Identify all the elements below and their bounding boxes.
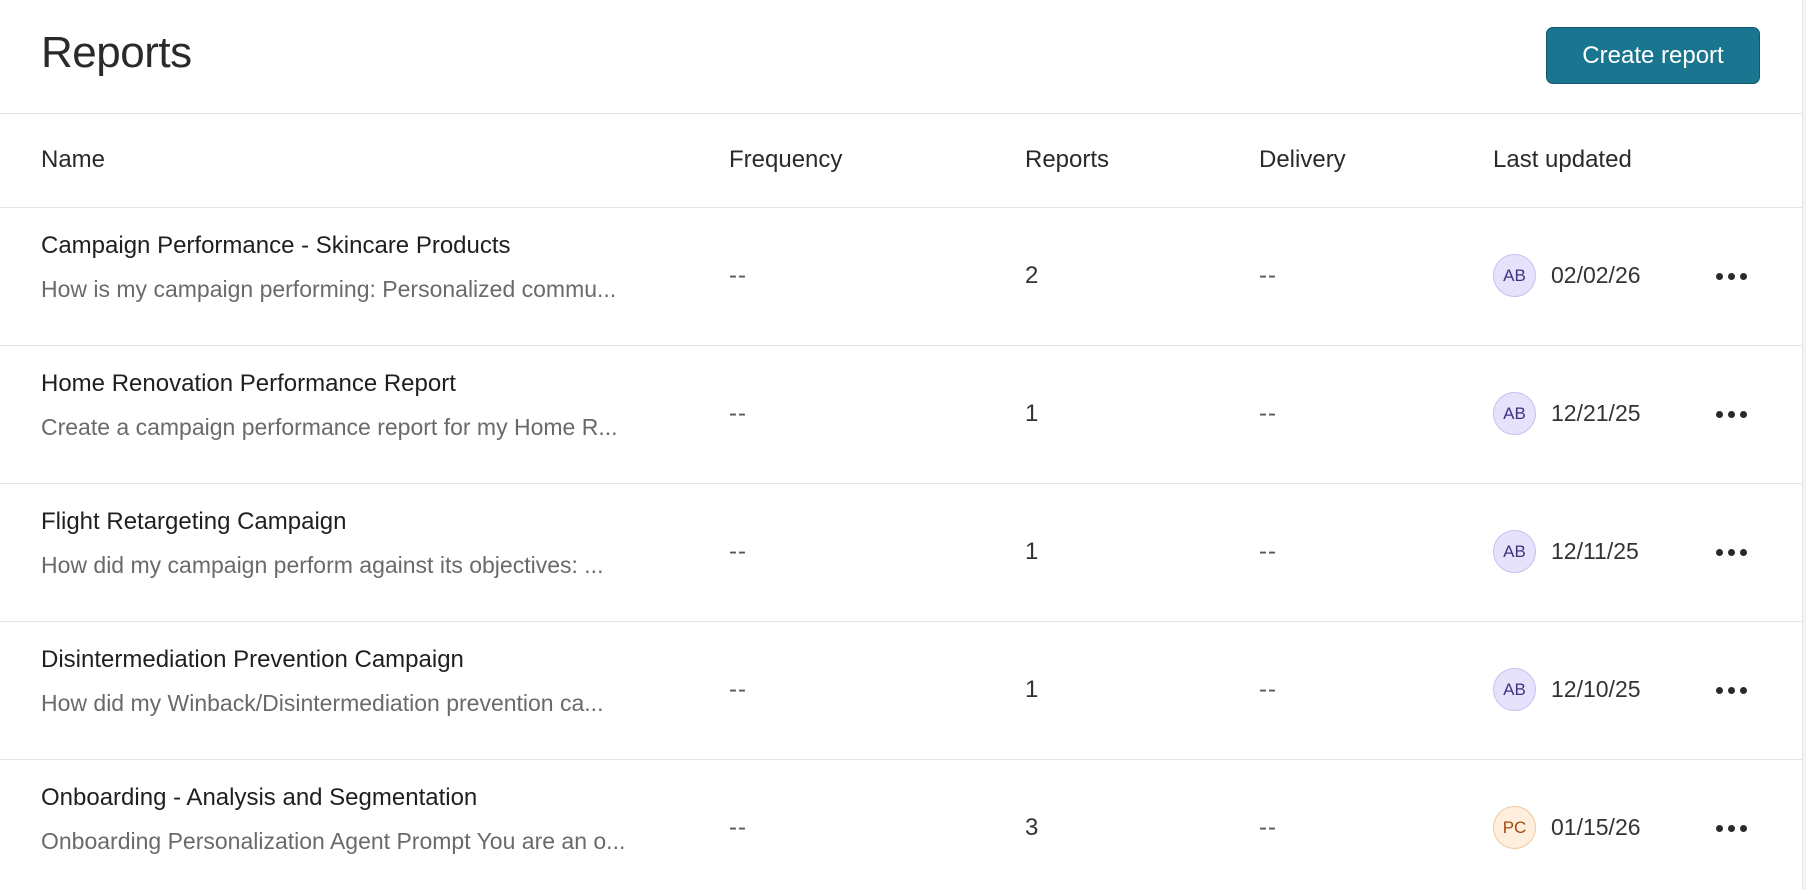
report-name-cell: Onboarding - Analysis and Segmentation O… xyxy=(41,784,681,855)
avatar: AB xyxy=(1493,668,1536,711)
report-title[interactable]: Onboarding - Analysis and Segmentation xyxy=(41,784,681,812)
reports-count: 1 xyxy=(1025,538,1039,565)
scrollbar-track[interactable] xyxy=(1802,0,1806,890)
delivery-value: -- xyxy=(1259,814,1277,841)
page-header: Reports Create report xyxy=(0,0,1802,114)
column-header-delivery[interactable]: Delivery xyxy=(1259,146,1346,174)
table-row[interactable]: Onboarding - Analysis and Segmentation O… xyxy=(0,760,1802,890)
frequency-value: -- xyxy=(729,676,747,703)
frequency-value: -- xyxy=(729,400,747,427)
report-title[interactable]: Flight Retargeting Campaign xyxy=(41,508,681,536)
avatar: PC xyxy=(1493,806,1536,849)
create-report-button[interactable]: Create report xyxy=(1546,27,1760,84)
reports-count: 2 xyxy=(1025,262,1039,289)
more-horizontal-icon[interactable] xyxy=(1706,534,1756,570)
table-row[interactable]: Disintermediation Prevention Campaign Ho… xyxy=(0,622,1802,760)
report-name-cell: Home Renovation Performance Report Creat… xyxy=(41,370,681,441)
delivery-value: -- xyxy=(1259,262,1277,289)
report-title[interactable]: Campaign Performance - Skincare Products xyxy=(41,232,681,260)
delivery-value: -- xyxy=(1259,538,1277,565)
report-description: How did my Winback/Disintermediation pre… xyxy=(41,690,604,716)
delivery-value: -- xyxy=(1259,676,1277,703)
report-name-cell: Flight Retargeting Campaign How did my c… xyxy=(41,508,681,579)
table-row[interactable]: Home Renovation Performance Report Creat… xyxy=(0,346,1802,484)
more-horizontal-icon[interactable] xyxy=(1706,396,1756,432)
report-description: Create a campaign performance report for… xyxy=(41,414,618,440)
avatar: AB xyxy=(1493,392,1536,435)
last-updated-date: 12/11/25 xyxy=(1551,538,1639,564)
reports-count: 3 xyxy=(1025,814,1039,841)
report-title[interactable]: Disintermediation Prevention Campaign xyxy=(41,646,681,674)
frequency-value: -- xyxy=(729,814,747,841)
column-header-name[interactable]: Name xyxy=(41,146,105,174)
avatar: AB xyxy=(1493,530,1536,573)
report-description: Onboarding Personalization Agent Prompt … xyxy=(41,828,626,854)
reports-count: 1 xyxy=(1025,676,1039,703)
report-name-cell: Disintermediation Prevention Campaign Ho… xyxy=(41,646,681,717)
page-title: Reports xyxy=(41,28,192,77)
report-description: How did my campaign perform against its … xyxy=(41,552,604,578)
more-horizontal-icon[interactable] xyxy=(1706,258,1756,294)
report-title[interactable]: Home Renovation Performance Report xyxy=(41,370,681,398)
more-horizontal-icon[interactable] xyxy=(1706,672,1756,708)
report-description: How is my campaign performing: Personali… xyxy=(41,276,617,302)
column-header-frequency[interactable]: Frequency xyxy=(729,146,842,174)
frequency-value: -- xyxy=(729,262,747,289)
delivery-value: -- xyxy=(1259,400,1277,427)
table-row[interactable]: Flight Retargeting Campaign How did my c… xyxy=(0,484,1802,622)
more-horizontal-icon[interactable] xyxy=(1706,810,1756,846)
last-updated-date: 12/10/25 xyxy=(1551,676,1641,702)
column-header-last-updated[interactable]: Last updated xyxy=(1493,146,1632,174)
reports-count: 1 xyxy=(1025,400,1039,427)
reports-page: Reports Create report Name Frequency Rep… xyxy=(0,0,1806,890)
table-header: Name Frequency Reports Delivery Last upd… xyxy=(0,114,1802,208)
last-updated-date: 02/02/26 xyxy=(1551,262,1641,288)
report-name-cell: Campaign Performance - Skincare Products… xyxy=(41,232,681,303)
last-updated-date: 01/15/26 xyxy=(1551,814,1641,840)
reports-table: Name Frequency Reports Delivery Last upd… xyxy=(0,114,1802,890)
table-row[interactable]: Campaign Performance - Skincare Products… xyxy=(0,208,1802,346)
avatar: AB xyxy=(1493,254,1536,297)
frequency-value: -- xyxy=(729,538,747,565)
column-header-reports[interactable]: Reports xyxy=(1025,146,1109,174)
last-updated-date: 12/21/25 xyxy=(1551,400,1641,426)
